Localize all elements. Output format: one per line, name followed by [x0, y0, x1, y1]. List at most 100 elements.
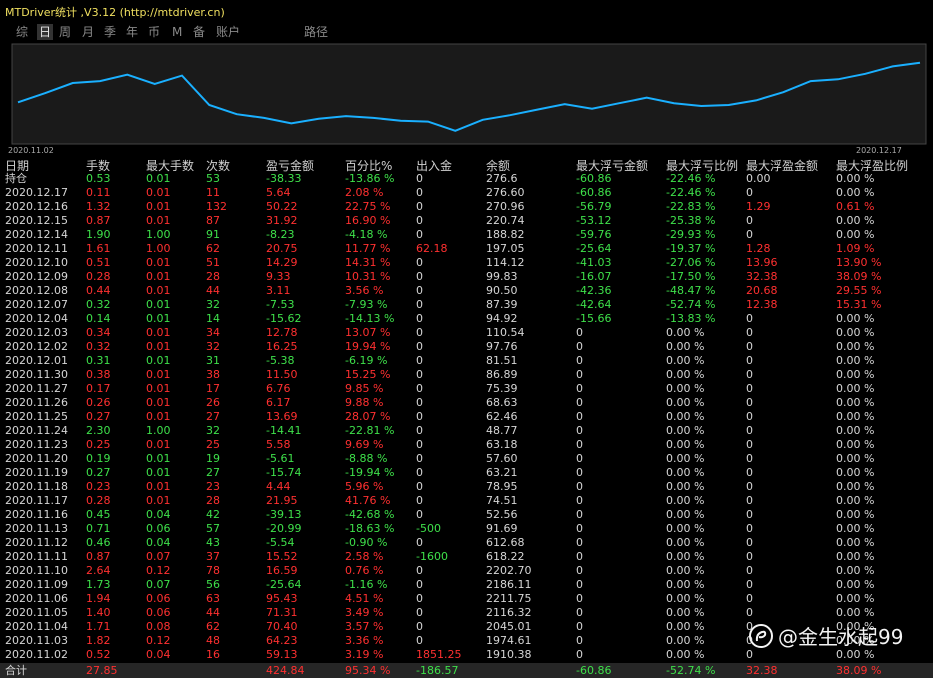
cell-pct: -0.90 %	[345, 536, 388, 549]
cell-maxloss: 0	[576, 382, 583, 395]
cell-pl: -5.38	[266, 354, 295, 367]
cell-maxloss: 0	[576, 648, 583, 661]
cell-maxlots: 1.00	[146, 242, 171, 255]
table-row[interactable]: 2020.12.17 0.11 0.01 11 5.64 2.08 % 0 276.60 -60…	[0, 186, 933, 200]
table-row[interactable]: 2020.11.12 0.46 0.04 43 -5.54 -0.90 % 0 612.68 0…	[0, 536, 933, 550]
tab-8[interactable]: 备	[193, 24, 205, 40]
cell-maxloss: 0	[576, 340, 583, 353]
cell-flow: 0	[416, 396, 423, 409]
cell-balance: 68.63	[486, 396, 518, 409]
table-row[interactable]: 2020.11.13 0.71 0.06 57 -20.99 -18.63 % -500 91…	[0, 522, 933, 536]
table-row[interactable]: 2020.12.09 0.28 0.01 28 9.33 10.31 % 0 99.83 -16…	[0, 270, 933, 284]
table-row[interactable]: 2020.12.04 0.14 0.01 14 -15.62 -14.13 % 0 94.92…	[0, 312, 933, 326]
table-row[interactable]: 2020.11.26 0.26 0.01 26 6.17 9.88 % 0 68.63 0 0.0…	[0, 396, 933, 410]
cell-flow: 0	[416, 382, 423, 395]
table-row[interactable]: 2020.12.10 0.51 0.01 51 14.29 14.31 % 0 114.12 -…	[0, 256, 933, 270]
cell-maxprofitpct: 0.00 %	[836, 424, 875, 437]
table-row[interactable]: 2020.12.01 0.31 0.01 31 -5.38 -6.19 % 0 81.51 0 0…	[0, 354, 933, 368]
table-row[interactable]: 2020.11.19 0.27 0.01 27 -15.74 -19.94 % 0 63.21…	[0, 466, 933, 480]
table-row[interactable]: 2020.12.02 0.32 0.01 32 16.25 19.94 % 0 97.76 0 0…	[0, 340, 933, 354]
cell-maxlots: 0.01	[146, 466, 171, 479]
cell-maxlosspct: -25.38 %	[666, 214, 716, 227]
cell-pct: 16.90 %	[345, 214, 391, 227]
cell-pl: 21.95	[266, 494, 298, 507]
table-row[interactable]: 2020.11.09 1.73 0.07 56 -25.64 -1.16 % 0 2186.1…	[0, 578, 933, 592]
table-row[interactable]: 2020.12.15 0.87 0.01 87 31.92 16.90 % 0 220.74 -…	[0, 214, 933, 228]
cell-maxlots: 0.08	[146, 620, 171, 633]
tab-10[interactable]: 路径	[304, 24, 328, 40]
table-row[interactable]: 2020.11.25 0.27 0.01 27 13.69 28.07 % 0 62.46 0 0…	[0, 410, 933, 424]
table-row[interactable]: 2020.12.08 0.44 0.01 44 3.11 3.56 % 0 90.50 -42.…	[0, 284, 933, 298]
cell-maxprofit: 0	[746, 550, 753, 563]
cell-pl: 6.76	[266, 382, 291, 395]
cell-maxlots: 0.01	[146, 284, 171, 297]
total-row[interactable]: 合计 27.85 424.84 95.34 % -186.57 -60.86 -52.74 …	[0, 663, 933, 678]
cell-balance: 78.95	[486, 480, 518, 493]
cell-maxloss: -42.36	[576, 284, 612, 297]
tab-9[interactable]: 账户	[216, 24, 240, 40]
cell-count: 17	[206, 382, 220, 395]
tab-2[interactable]: 周	[59, 24, 71, 40]
cell-count: 63	[206, 592, 220, 605]
cell-flow: 0	[416, 424, 423, 437]
cell-maxloss: -25.64	[576, 242, 612, 255]
cell-maxprofitpct: 0.00 %	[836, 312, 875, 325]
table-row[interactable]: 2020.11.30 0.38 0.01 38 11.50 15.25 % 0 86.89 0 0…	[0, 368, 933, 382]
cell-count: 31	[206, 354, 220, 367]
table-row[interactable]: 2020.12.14 1.90 1.00 91 -8.23 -4.18 % 0 188.82 -…	[0, 228, 933, 242]
table-row[interactable]: 2020.11.24 2.30 1.00 32 -14.41 -22.81 % 0 48.77…	[0, 424, 933, 438]
cell-pl: 5.64	[266, 186, 291, 199]
table-row[interactable]: 2020.11.27 0.17 0.01 17 6.76 9.85 % 0 75.39 0 0.0…	[0, 382, 933, 396]
tab-5[interactable]: 年	[126, 24, 138, 40]
cell-maxlots: 0.01	[146, 312, 171, 325]
table-row[interactable]: 2020.11.05 1.40 0.06 44 71.31 3.49 % 0 2116.32 0…	[0, 606, 933, 620]
cell-balance: 1910.38	[486, 648, 532, 661]
cell-date: 2020.11.27	[5, 382, 68, 395]
cell-count: 78	[206, 564, 220, 577]
cell-flow: -1600	[416, 550, 448, 563]
cell-flow: 0	[416, 452, 423, 465]
cell-pl: 59.13	[266, 648, 298, 661]
table-row[interactable]: 2020.11.23 0.25 0.01 25 5.58 9.69 % 0 63.18 0 0.0…	[0, 438, 933, 452]
cell-maxlots: 0.01	[146, 200, 171, 213]
tab-7[interactable]: M	[172, 24, 182, 40]
table-row[interactable]: 2020.11.10 2.64 0.12 78 16.59 0.76 % 0 2202.70 0…	[0, 564, 933, 578]
tab-0[interactable]: 综	[16, 24, 28, 40]
cell-maxlosspct: 0.00 %	[666, 452, 705, 465]
table-row[interactable]: 2020.12.07 0.32 0.01 32 -7.53 -7.93 % 0 87.39 -4…	[0, 298, 933, 312]
table-row[interactable]: 2020.11.11 0.87 0.07 37 15.52 2.58 % -1600 618.…	[0, 550, 933, 564]
table-row[interactable]: 2020.12.11 1.61 1.00 62 20.75 11.77 % 62.18 197…	[0, 242, 933, 256]
cell-maxprofitpct: 0.00 %	[836, 340, 875, 353]
table-row[interactable]: 2020.11.20 0.19 0.01 19 -5.61 -8.88 % 0 57.60 0 0…	[0, 452, 933, 466]
cell-pl: 71.31	[266, 606, 298, 619]
cell-flow: 0	[416, 200, 423, 213]
table-row[interactable]: 2020.11.16 0.45 0.04 42 -39.13 -42.68 % 0 52.56…	[0, 508, 933, 522]
cell-maxprofitpct: 0.00 %	[836, 480, 875, 493]
table-row[interactable]: 2020.12.16 1.32 0.01 132 50.22 22.75 % 0 270.96…	[0, 200, 933, 214]
cell-balance: 2202.70	[486, 564, 532, 577]
cell-flow: 1851.25	[416, 648, 462, 661]
cell-maxprofitpct: 0.00 %	[836, 382, 875, 395]
tab-4[interactable]: 季	[104, 24, 116, 40]
tab-6[interactable]: 币	[148, 24, 160, 40]
table-row[interactable]: 2020.12.03 0.34 0.01 34 12.78 13.07 % 0 110.54 0…	[0, 326, 933, 340]
cell-date: 2020.11.23	[5, 438, 68, 451]
cell-count: 28	[206, 494, 220, 507]
position-row[interactable]: 持仓 0.53 0.01 53 -38.33 -13.86 % 0 276.6 -60.86 -2…	[0, 172, 933, 186]
cell-maxlosspct: 0.00 %	[666, 410, 705, 423]
cell-pct: -13.86 %	[345, 172, 395, 185]
cell-maxlots: 0.01	[146, 298, 171, 311]
cell-maxloss: 0	[576, 494, 583, 507]
cell-date: 2020.12.07	[5, 298, 68, 311]
tab-1[interactable]: 日	[37, 24, 54, 40]
window-title: MTDriver统计 ,V3.12 (http://mtdriver.cn)	[5, 6, 225, 19]
cell-pl: -5.61	[266, 452, 295, 465]
cell-maxloss: 0	[576, 410, 583, 423]
table-row[interactable]: 2020.11.06 1.94 0.06 63 95.43 4.51 % 0 2211.75 0…	[0, 592, 933, 606]
table-row[interactable]: 2020.11.17 0.28 0.01 28 21.95 41.76 % 0 74.51 0 0…	[0, 494, 933, 508]
tab-3[interactable]: 月	[82, 24, 94, 40]
table-row[interactable]: 2020.11.18 0.23 0.01 23 4.44 5.96 % 0 78.95 0 0.0…	[0, 480, 933, 494]
cell-maxlots: 0.01	[146, 438, 171, 451]
cell-maxprofit: 0	[746, 424, 753, 437]
cell-flow: 0	[416, 298, 423, 311]
